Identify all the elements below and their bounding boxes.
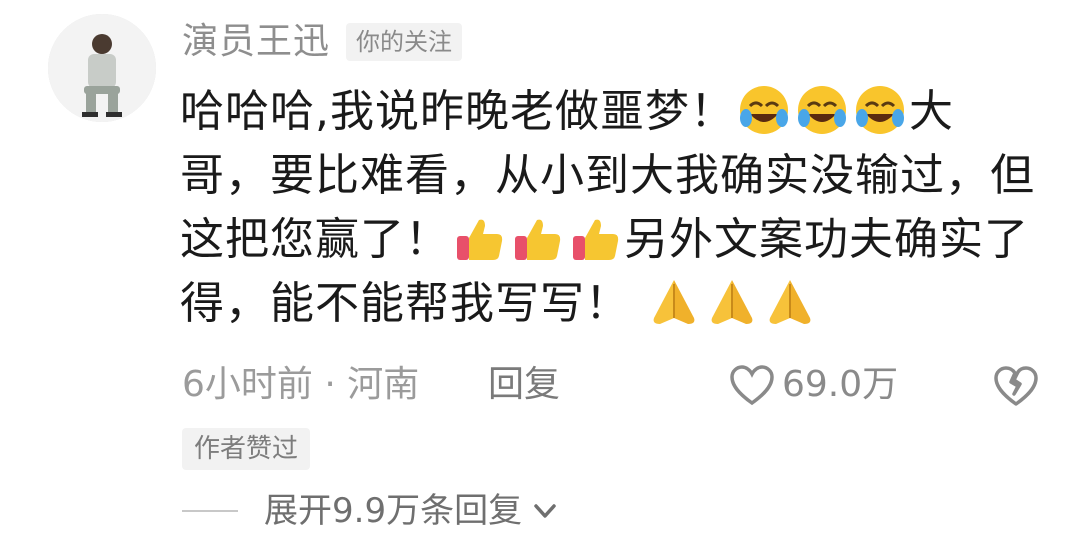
laughing-crying-emoji xyxy=(736,82,792,138)
praying-hands-emoji xyxy=(762,274,818,330)
expand-replies-label: 展开9.9万条回复 xyxy=(264,491,523,531)
laughing-crying-emoji xyxy=(852,82,908,138)
thumbs-up-emoji xyxy=(451,210,507,266)
thumbs-up-emoji xyxy=(567,210,623,266)
avatar[interactable] xyxy=(48,14,156,122)
comment-text-part1: 哈哈哈,我说昨晚老做噩梦！ xyxy=(180,86,735,137)
laughing-crying-emoji xyxy=(794,82,850,138)
expand-replies-button[interactable]: 展开9.9万条回复 xyxy=(182,488,560,534)
heart-icon xyxy=(730,365,774,406)
comment-meta: 6小时前 · 河南 回复 69.0万 xyxy=(182,360,1040,410)
thumbs-up-emoji xyxy=(509,210,565,266)
like-count: 69.0万 xyxy=(782,364,899,405)
author-liked-badge: 作者赞过 xyxy=(182,428,311,470)
broken-heart-icon xyxy=(994,366,1038,406)
praying-hands-emoji xyxy=(704,274,760,330)
follow-badge: 你的关注 xyxy=(346,23,463,61)
comment-header: 演员王迅 你的关注 xyxy=(182,14,463,70)
like-button[interactable]: 69.0万 xyxy=(728,360,898,410)
reply-button[interactable]: 回复 xyxy=(488,360,560,410)
divider-line xyxy=(182,510,238,512)
praying-hands-emoji xyxy=(646,274,702,330)
time-location: 6小时前 · 河南 xyxy=(182,364,420,405)
comment-text: 哈哈哈,我说昨晚老做噩梦！ 大哥，要比难看，从小到大我确实没输过，但这把您赢了！另… xyxy=(180,80,1040,336)
dislike-button[interactable] xyxy=(992,362,1040,422)
username[interactable]: 演员王迅 xyxy=(182,14,330,70)
chevron-down-icon xyxy=(534,504,556,518)
